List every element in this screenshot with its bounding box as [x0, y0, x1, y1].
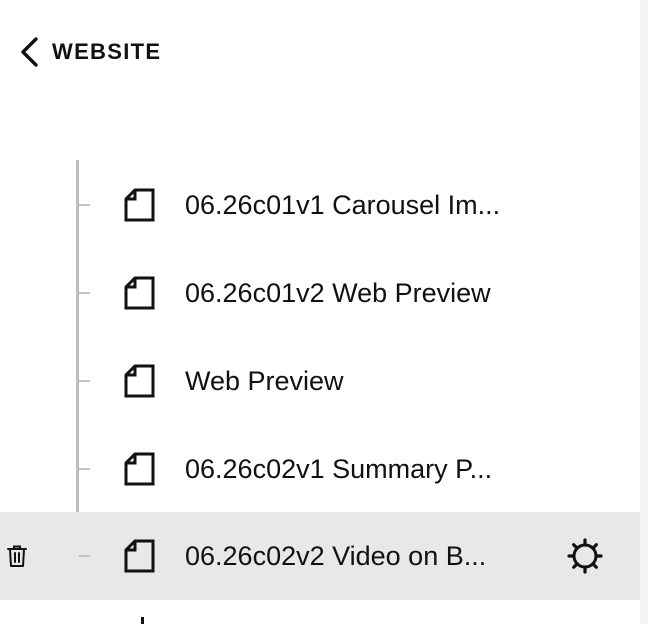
page-item[interactable]: Web Preview	[0, 337, 640, 425]
page-icon	[124, 364, 155, 398]
page-item[interactable]: 06.26c02v1 Summary P...	[0, 425, 640, 513]
gear-icon[interactable]	[566, 537, 604, 575]
page-item[interactable]: 06.26c01v1 Carousel Im...	[0, 161, 640, 249]
tree-branch	[79, 468, 90, 470]
tree-branch	[79, 380, 90, 382]
page-item-label: 06.26c01v2 Web Preview	[185, 278, 491, 308]
panel-edge	[640, 0, 648, 624]
trash-icon[interactable]	[6, 544, 28, 568]
page-icon	[124, 188, 155, 222]
page-item[interactable]: 06.26c01v2 Web Preview	[0, 249, 640, 337]
page-icon	[124, 452, 155, 486]
back-to-website-button[interactable]: WEBSITE	[18, 34, 161, 70]
tree-branch	[79, 555, 90, 557]
page-item-label: 06.26c02v2 Video on B...	[185, 541, 487, 571]
page-item-selected[interactable]: 06.26c02v2 Video on B...	[0, 512, 640, 600]
tree-connector	[141, 617, 144, 624]
tree-branch	[79, 292, 90, 294]
chevron-left-icon	[21, 37, 38, 67]
page-icon	[124, 276, 155, 310]
page-icon	[124, 539, 155, 573]
page-item-label: Web Preview	[185, 366, 344, 396]
page-item-label: 06.26c02v1 Summary P...	[185, 454, 493, 484]
page-item-label: 06.26c01v1 Carousel Im...	[185, 190, 501, 220]
back-label: WEBSITE	[52, 39, 162, 64]
page-item-partial[interactable]	[0, 600, 640, 624]
tree-branch	[79, 204, 90, 206]
